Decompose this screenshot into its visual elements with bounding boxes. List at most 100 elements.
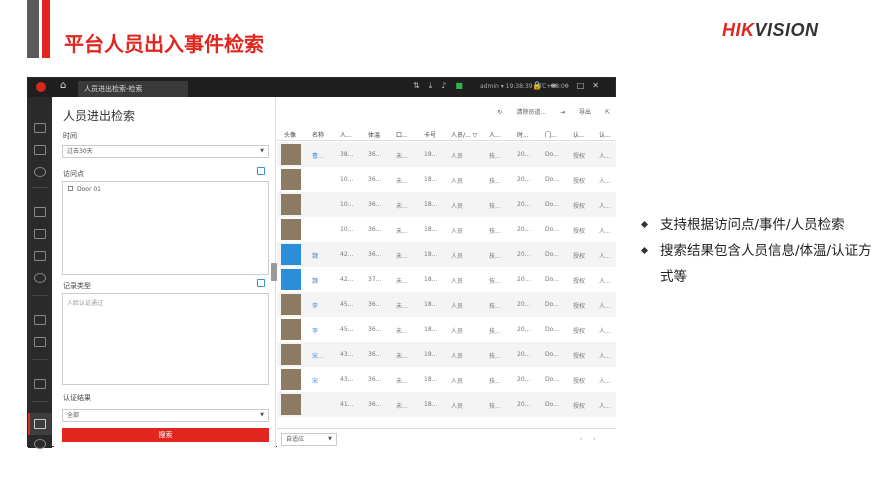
cell-name: 曹... <box>312 153 324 160</box>
cell-method: 人... <box>599 278 611 285</box>
time-select[interactable]: 过去30天 ▼ <box>62 145 269 158</box>
menu-icon[interactable]: ≡ <box>550 81 565 90</box>
cell-type: 人员 <box>451 228 464 235</box>
nav-monitor-icon[interactable] <box>34 123 46 133</box>
edit-access-point-icon[interactable] <box>257 167 265 175</box>
cell-id: 45... <box>340 301 354 308</box>
cell-door: Do... <box>545 276 559 283</box>
cell-type: 人员 <box>451 303 464 310</box>
export-button[interactable]: ⇥ 导出 <box>560 109 591 116</box>
column-header[interactable]: 人... <box>489 130 501 139</box>
lock-icon[interactable]: 🔒 <box>532 81 550 90</box>
table-row[interactable]: 魏 42... 37... 未... 18... 人员 技... 20... Do... 授权 人.… <box>277 267 616 292</box>
nav-list-icon[interactable] <box>34 229 46 239</box>
cell-mask: 未... <box>396 278 408 285</box>
column-header[interactable]: 体温 <box>368 130 380 139</box>
popout-icon[interactable]: ⇱ <box>605 109 610 116</box>
table-row[interactable]: 宋 43... 36... 未... 18... 人员 技... 20... Do... 授权 人.… <box>277 367 616 392</box>
next-page-icon[interactable]: › <box>593 434 606 443</box>
nav-picture-icon[interactable] <box>34 207 46 217</box>
slide-title: 平台人员出入事件检索 <box>64 32 264 56</box>
cell-door: Do... <box>545 351 559 358</box>
table-row[interactable]: 李 45... 36... 未... 18... 人员 技... 20... Do... 授权 人.… <box>277 317 616 342</box>
cell-type: 人员 <box>451 378 464 385</box>
chevron-down-icon: ▼ <box>328 436 332 442</box>
column-header[interactable]: 头像 <box>284 130 296 139</box>
nav-car-icon[interactable] <box>34 379 46 389</box>
auth-result-select[interactable]: 全部 ▼ <box>62 409 269 422</box>
left-nav <box>28 97 52 449</box>
cell-dept: 技... <box>489 203 501 210</box>
table-row[interactable]: 10... 36... 未... 18... 人员 技... 20... Do... 授权 人..… <box>277 192 616 217</box>
cell-time: 20... <box>517 201 531 208</box>
column-header[interactable]: 卡号 <box>424 130 436 139</box>
cell-dept: 技... <box>489 403 501 410</box>
results-panel: ↻ 清除员道... ⇥ 导出 ⇱ 头像 名称 人... 体温 口... 卡号 人… <box>277 97 616 448</box>
cell-mask: 未... <box>396 378 408 385</box>
table-row[interactable]: 李 45... 36... 未... 18... 人员 技... 20... Do... 授权 人.… <box>277 292 616 317</box>
avatar <box>281 194 301 215</box>
cell-time: 20... <box>517 226 531 233</box>
door-item[interactable]: Door 01 <box>68 186 101 193</box>
cell-auth: 授权 <box>573 228 586 235</box>
home-icon[interactable]: ⌂ <box>60 80 66 91</box>
column-header[interactable]: 时... <box>517 130 529 139</box>
cell-dept: 技... <box>489 303 501 310</box>
cell-auth: 授权 <box>573 353 586 360</box>
prev-page-icon[interactable]: ‹ <box>580 434 593 443</box>
close-icon[interactable]: ✕ <box>592 81 607 90</box>
maximize-icon[interactable]: □ <box>577 81 593 90</box>
status-icon[interactable]: ■ <box>455 81 472 90</box>
nav-user-icon[interactable] <box>34 439 46 449</box>
sync-icon[interactable]: ⇅ <box>413 81 429 90</box>
nav-people-icon[interactable] <box>34 251 46 261</box>
edit-record-type-icon[interactable] <box>257 279 265 287</box>
cell-mask: 未... <box>396 403 408 410</box>
column-header[interactable]: 人... <box>340 130 352 139</box>
title-bar: ⌂ 人员进出检索-检索 ⇅⤓♪■ admin ▾ 19:38:39 UTC+08… <box>28 78 615 97</box>
table-row[interactable]: 魏 42... 36... 未... 18... 人员 技... 20... Do... 授权 人.… <box>277 242 616 267</box>
clear-button[interactable]: ↻ 清除员道... <box>498 109 547 116</box>
cell-name: 李 <box>312 328 319 335</box>
auth-result-value: 全部 <box>67 412 80 419</box>
record-type-label: 记录类型 <box>63 282 91 290</box>
access-icon <box>34 419 46 429</box>
search-button[interactable]: 搜索 <box>62 428 269 442</box>
download-icon[interactable]: ⤓ <box>429 81 442 90</box>
table-row[interactable]: 曹... 38... 36... 未... 18... 人员 技... 20... Do... 授… <box>277 142 616 167</box>
table-row[interactable]: 宋... 43... 36... 未... 18... 人员 技... 20... Do... 授… <box>277 342 616 367</box>
nav-alarm-icon[interactable] <box>34 315 46 325</box>
minimize-icon[interactable]: – <box>565 81 577 90</box>
nav-bulb-icon[interactable] <box>34 167 46 177</box>
column-header[interactable]: 名称 <box>312 130 324 139</box>
cell-temp: 36... <box>368 151 382 158</box>
cell-method: 人... <box>599 303 611 310</box>
cell-door: Do... <box>545 326 559 333</box>
avatar <box>281 394 301 415</box>
nav-video-icon[interactable] <box>34 145 46 155</box>
record-type-box[interactable]: 人脸认证通过 <box>62 293 269 385</box>
cell-door: Do... <box>545 226 559 233</box>
table-row[interactable]: 41... 36... 未... 18... 人员 技... 20... Do... 授权 人..… <box>277 392 616 417</box>
page-size-select[interactable]: 自适应 ▼ <box>281 433 337 446</box>
cell-auth: 授权 <box>573 253 586 260</box>
avatar <box>281 219 301 240</box>
nav-document-icon[interactable] <box>34 337 46 347</box>
cell-type: 人员 <box>451 153 464 160</box>
column-header[interactable]: 人员/... ▽ <box>451 130 477 139</box>
table-row[interactable]: 10... 36... 未... 18... 人员 技... 20... Do... 授权 人..… <box>277 217 616 242</box>
bell-icon[interactable]: ♪ <box>441 81 455 90</box>
tab-person-search[interactable]: 人员进出检索-检索 <box>78 81 188 97</box>
cell-temp: 37... <box>368 276 382 283</box>
table-row[interactable]: 10... 36... 未... 18... 人员 技... 20... Do... 授权 人..… <box>277 167 616 192</box>
slide-accent-bar-red <box>42 0 50 58</box>
cell-temp: 36... <box>368 376 382 383</box>
column-header[interactable]: 口... <box>396 130 408 139</box>
column-header[interactable]: 认... <box>599 130 611 139</box>
column-header[interactable]: 认... <box>573 130 585 139</box>
column-header[interactable]: 门... <box>545 130 557 139</box>
cell-card: 18... <box>424 201 438 208</box>
cell-card: 18... <box>424 226 438 233</box>
nav-person-icon[interactable] <box>34 273 46 283</box>
nav-access-search[interactable] <box>28 413 52 435</box>
